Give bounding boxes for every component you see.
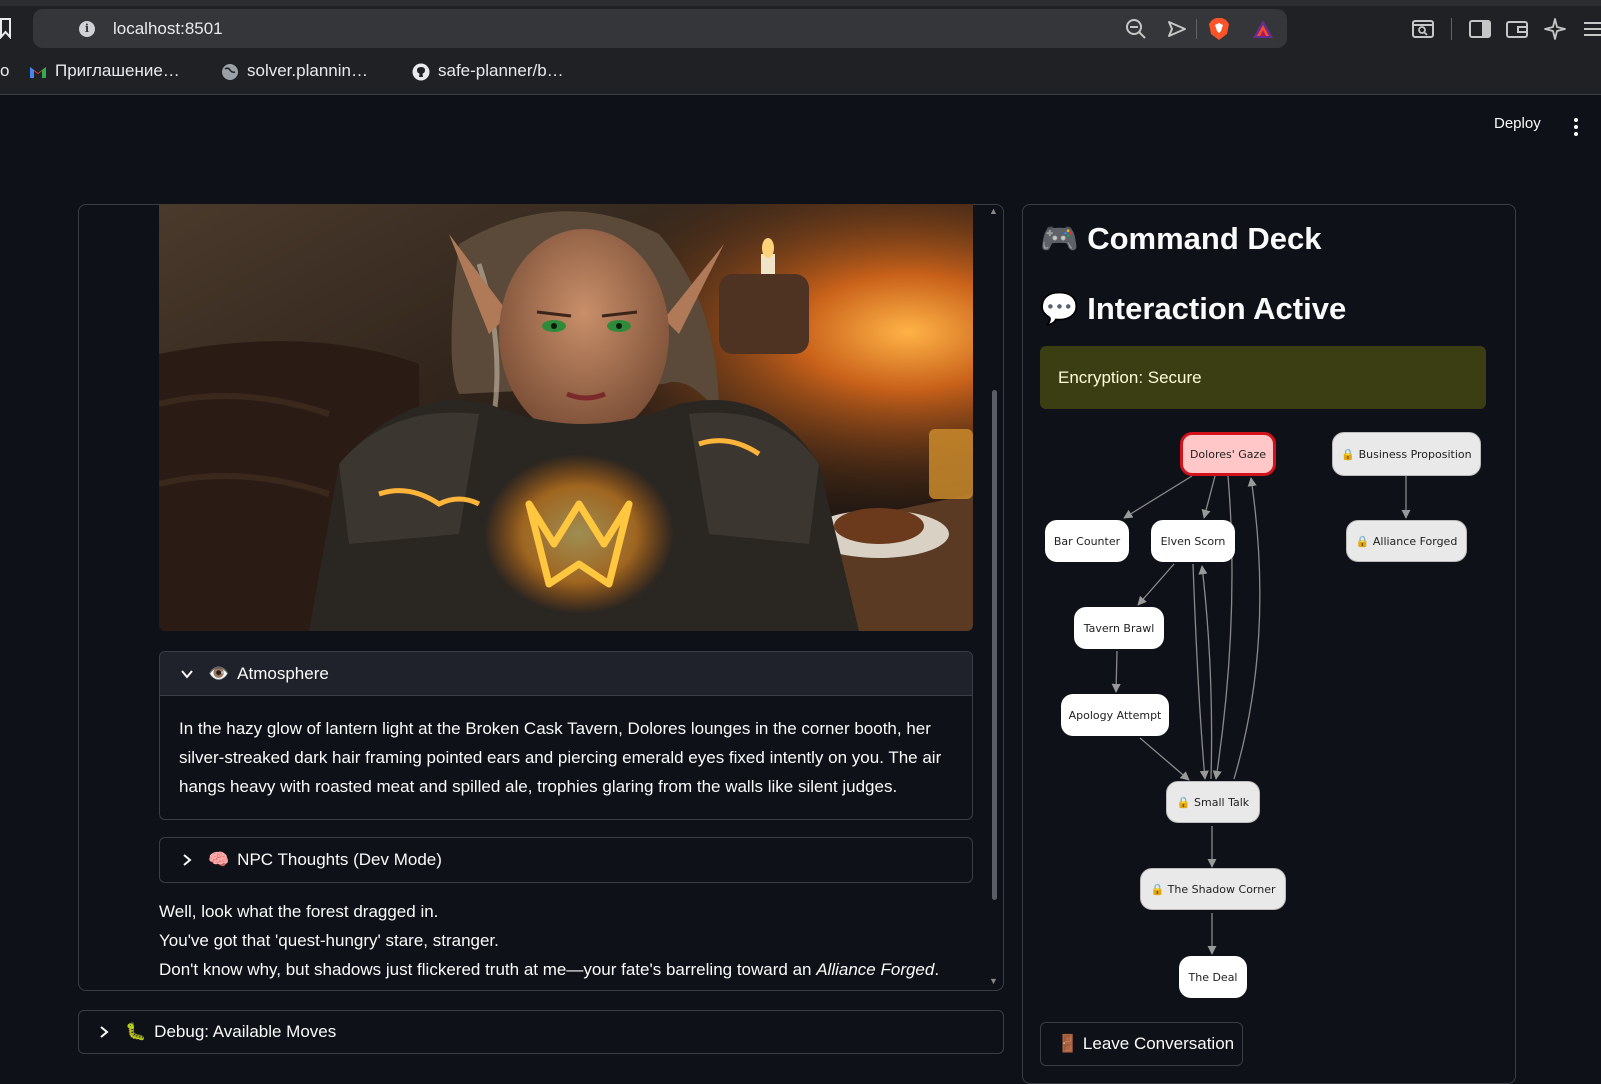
toolbar-divider xyxy=(1451,18,1452,40)
scrollbar-thumb[interactable] xyxy=(992,390,997,900)
atmosphere-expander-header[interactable]: 👁️ Atmosphere xyxy=(160,652,972,696)
chevron-right-icon xyxy=(100,1026,109,1038)
dialogue-line: You've got that 'quest-hungry' stare, st… xyxy=(159,931,499,950)
graph-node-small-talk[interactable]: 🔒 Small Talk xyxy=(1166,781,1260,823)
url-divider xyxy=(1196,19,1197,39)
zoom-out-icon[interactable] xyxy=(1125,18,1147,40)
interaction-title: 💬 Interaction Active xyxy=(1040,290,1346,327)
leo-ai-icon[interactable] xyxy=(1543,17,1567,41)
graph-node-elven-scorn[interactable]: Elven Scorn xyxy=(1151,520,1235,562)
atmosphere-expander: 👁️ Atmosphere In the hazy glow of lanter… xyxy=(159,651,973,820)
tab-strip xyxy=(0,0,1601,6)
bookmark-fragment[interactable]: о xyxy=(0,56,9,86)
atmosphere-title: Atmosphere xyxy=(237,663,329,683)
door-icon: 🚪 xyxy=(1057,1034,1079,1053)
brain-icon: 🧠 xyxy=(208,850,230,869)
scroll-down-arrow[interactable]: ▼ xyxy=(989,976,998,986)
bookmark-label: solver.plannin… xyxy=(247,61,368,80)
chevron-right-icon xyxy=(183,854,192,866)
brave-shields-icon[interactable] xyxy=(1208,17,1230,41)
command-deck-title-text: Command Deck xyxy=(1087,221,1322,256)
graph-node-shadow-corner[interactable]: 🔒 The Shadow Corner xyxy=(1140,868,1286,910)
bug-icon: 🐛 xyxy=(125,1022,147,1041)
gmail-icon xyxy=(30,66,46,78)
eye-icon: 👁️ xyxy=(208,663,230,683)
menu-icon[interactable] xyxy=(1581,17,1601,41)
atmosphere-text: In the hazy glow of lantern light at the… xyxy=(179,719,942,796)
npc-thoughts-expander: 🧠 NPC Thoughts (Dev Mode) xyxy=(159,837,973,883)
debug-title: Debug: Available Moves xyxy=(154,1022,337,1041)
graph-node-the-deal[interactable]: The Deal xyxy=(1179,956,1247,998)
github-icon xyxy=(412,63,430,81)
speech-bubble-icon: 💬 xyxy=(1040,291,1079,326)
dialogue-line: Well, look what the forest dragged in. xyxy=(159,902,439,921)
interaction-title-text: Interaction Active xyxy=(1087,291,1347,326)
brave-rewards-icon[interactable] xyxy=(1252,19,1274,39)
npc-thoughts-expander-header[interactable]: 🧠 NPC Thoughts (Dev Mode) xyxy=(160,838,972,882)
scroll-up-arrow[interactable]: ▲ xyxy=(989,206,998,216)
npc-dialogue: Well, look what the forest dragged in. Y… xyxy=(159,897,969,984)
chevron-down-icon xyxy=(181,669,193,679)
leave-conversation-button[interactable]: 🚪 Leave Conversation xyxy=(1040,1022,1243,1066)
browser-chrome: i localhost:8501 о Приглашение… solver.p… xyxy=(0,0,1601,95)
globe-icon xyxy=(222,63,238,80)
dialogue-period: . xyxy=(934,960,940,979)
debug-moves-expander[interactable]: 🐛 Debug: Available Moves xyxy=(78,1010,1004,1054)
site-info-icon[interactable]: i xyxy=(79,21,95,37)
bookmark-label: Приглашение… xyxy=(55,61,180,80)
dialogue-emphasis: Alliance Forged xyxy=(816,960,935,979)
chrome-divider xyxy=(0,94,1601,95)
leave-conversation-label: Leave Conversation xyxy=(1082,1034,1235,1053)
graph-node-bar-counter[interactable]: Bar Counter xyxy=(1045,520,1129,562)
dialogue-line-text: Don't know why, but shadows just flicker… xyxy=(159,960,817,979)
screenshot-search-icon[interactable] xyxy=(1411,17,1435,41)
command-deck-title: 🎮 Command Deck xyxy=(1040,220,1322,257)
address-bar[interactable]: i localhost:8501 xyxy=(33,9,1287,48)
graph-node-dolores-gaze[interactable]: Dolores' Gaze xyxy=(1180,432,1276,476)
graph-node-tavern-brawl[interactable]: Tavern Brawl xyxy=(1074,607,1164,649)
sidebar-toggle-icon[interactable] xyxy=(1468,17,1492,41)
gamepad-icon: 🎮 xyxy=(1040,221,1079,256)
bookmark-gmail[interactable]: Приглашение… xyxy=(29,56,180,86)
url-text[interactable]: localhost:8501 xyxy=(113,19,223,39)
conversation-graph: Dolores' Gaze 🔒 Business Proposition Bar… xyxy=(1040,420,1490,1010)
bookmark-github[interactable]: safe-planner/b… xyxy=(412,56,564,86)
bookmark-label: safe-planner/b… xyxy=(438,61,564,80)
npc-thoughts-title: NPC Thoughts (Dev Mode) xyxy=(237,850,442,869)
graph-node-apology-attempt[interactable]: Apology Attempt xyxy=(1061,694,1169,736)
deploy-button[interactable]: Deploy xyxy=(1494,115,1541,132)
bookmark-solver[interactable]: solver.plannin… xyxy=(221,56,368,86)
dialogue-line: Don't know why, but shadows just flicker… xyxy=(159,955,969,984)
encryption-status-banner: Encryption: Secure xyxy=(1040,346,1486,409)
bookmark-icon[interactable] xyxy=(0,17,12,39)
wallet-icon[interactable] xyxy=(1505,17,1529,41)
graph-node-business-proposition[interactable]: 🔒 Business Proposition xyxy=(1332,432,1481,476)
send-icon[interactable] xyxy=(1166,18,1188,40)
graph-node-alliance-forged[interactable]: 🔒 Alliance Forged xyxy=(1346,520,1467,562)
npc-portrait-image xyxy=(159,204,973,631)
main-menu-icon[interactable] xyxy=(1573,118,1579,140)
